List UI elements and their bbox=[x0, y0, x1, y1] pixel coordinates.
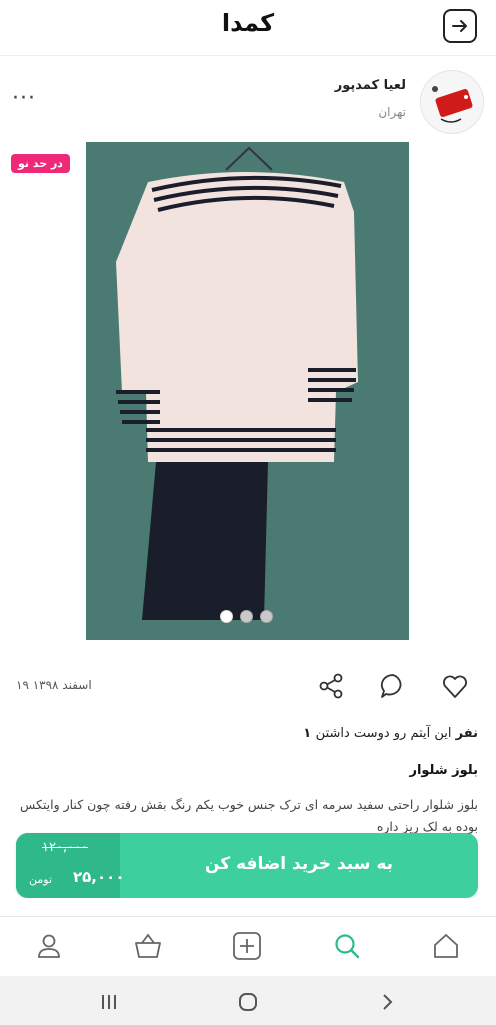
system-nav-bar bbox=[0, 976, 496, 1025]
seller-row[interactable]: لعیا کمدپور تهران ··· bbox=[0, 66, 496, 136]
shop-sale-tag-icon bbox=[432, 86, 473, 123]
recent-apps-button[interactable] bbox=[98, 991, 120, 1013]
likes-text: این آیتم رو دوست داشتن bbox=[315, 726, 452, 741]
bottom-nav bbox=[0, 916, 496, 976]
app-logo: کمدا bbox=[221, 9, 275, 37]
arrow-right-box-icon bbox=[452, 20, 467, 32]
likes-summary[interactable]: ۱ نفر این آیتم رو دوست داشتن bbox=[303, 726, 478, 741]
share-icon bbox=[319, 673, 343, 699]
pager-dot[interactable] bbox=[240, 610, 253, 623]
home-circle-icon bbox=[239, 993, 257, 1011]
actions-row: ۱۹ اسفند ۱۳۹۸ bbox=[0, 668, 496, 704]
comment-button[interactable] bbox=[378, 671, 408, 701]
product-description: بلوز شلوار راحتی سفید سرمه ای ترک جنس خو… bbox=[20, 797, 478, 834]
recent-apps-icon bbox=[102, 995, 116, 1009]
profile-icon bbox=[38, 934, 60, 958]
pager-dot[interactable] bbox=[260, 610, 273, 623]
top-bar: کمدا bbox=[0, 0, 496, 56]
search-icon bbox=[335, 934, 360, 959]
product-title: بلوز شلوار bbox=[409, 763, 478, 778]
condition-badge: در حد نو bbox=[11, 154, 70, 173]
old-price: ۱۲۰,۰۰۰ bbox=[42, 840, 89, 855]
nav-search[interactable] bbox=[332, 931, 362, 961]
pager-dot[interactable] bbox=[220, 610, 233, 623]
share-button[interactable] bbox=[316, 671, 346, 701]
chevron-right-icon bbox=[383, 994, 393, 1010]
add-to-cart-button[interactable]: به سبد خرید اضافه کن bbox=[120, 854, 478, 874]
price-unit: تومن bbox=[29, 873, 53, 886]
home-system-button[interactable] bbox=[237, 991, 259, 1013]
add-to-cart-bar[interactable]: ۱۲۰,۰۰۰ ۲۵,۰۰۰ تومن به سبد خرید اضافه کن bbox=[16, 833, 478, 898]
image-pager bbox=[220, 610, 280, 624]
seller-name[interactable]: لعیا کمدپور bbox=[335, 78, 406, 93]
post-date: ۱۹ اسفند ۱۳۹۸ bbox=[16, 678, 92, 692]
chat-bubble-icon bbox=[380, 674, 402, 698]
nav-add[interactable] bbox=[232, 931, 262, 961]
product-photo-illustration bbox=[86, 142, 409, 640]
new-price: ۲۵,۰۰۰ bbox=[73, 868, 125, 886]
basket-icon bbox=[135, 933, 161, 958]
heart-icon bbox=[443, 675, 467, 698]
back-button[interactable] bbox=[443, 9, 477, 43]
product-image[interactable] bbox=[86, 142, 409, 640]
seller-city: تهران bbox=[378, 105, 406, 119]
nav-home[interactable] bbox=[431, 931, 461, 961]
seller-avatar[interactable] bbox=[420, 70, 484, 134]
more-dots-icon[interactable]: ··· bbox=[12, 88, 36, 110]
price-box: ۱۲۰,۰۰۰ ۲۵,۰۰۰ تومن bbox=[16, 833, 124, 898]
nav-basket[interactable] bbox=[133, 931, 163, 961]
add-listing-icon bbox=[233, 932, 261, 960]
back-system-button[interactable] bbox=[376, 991, 398, 1013]
spacer bbox=[0, 898, 496, 916]
nav-profile[interactable] bbox=[34, 931, 64, 961]
like-button[interactable] bbox=[440, 671, 470, 701]
home-icon bbox=[434, 934, 458, 958]
